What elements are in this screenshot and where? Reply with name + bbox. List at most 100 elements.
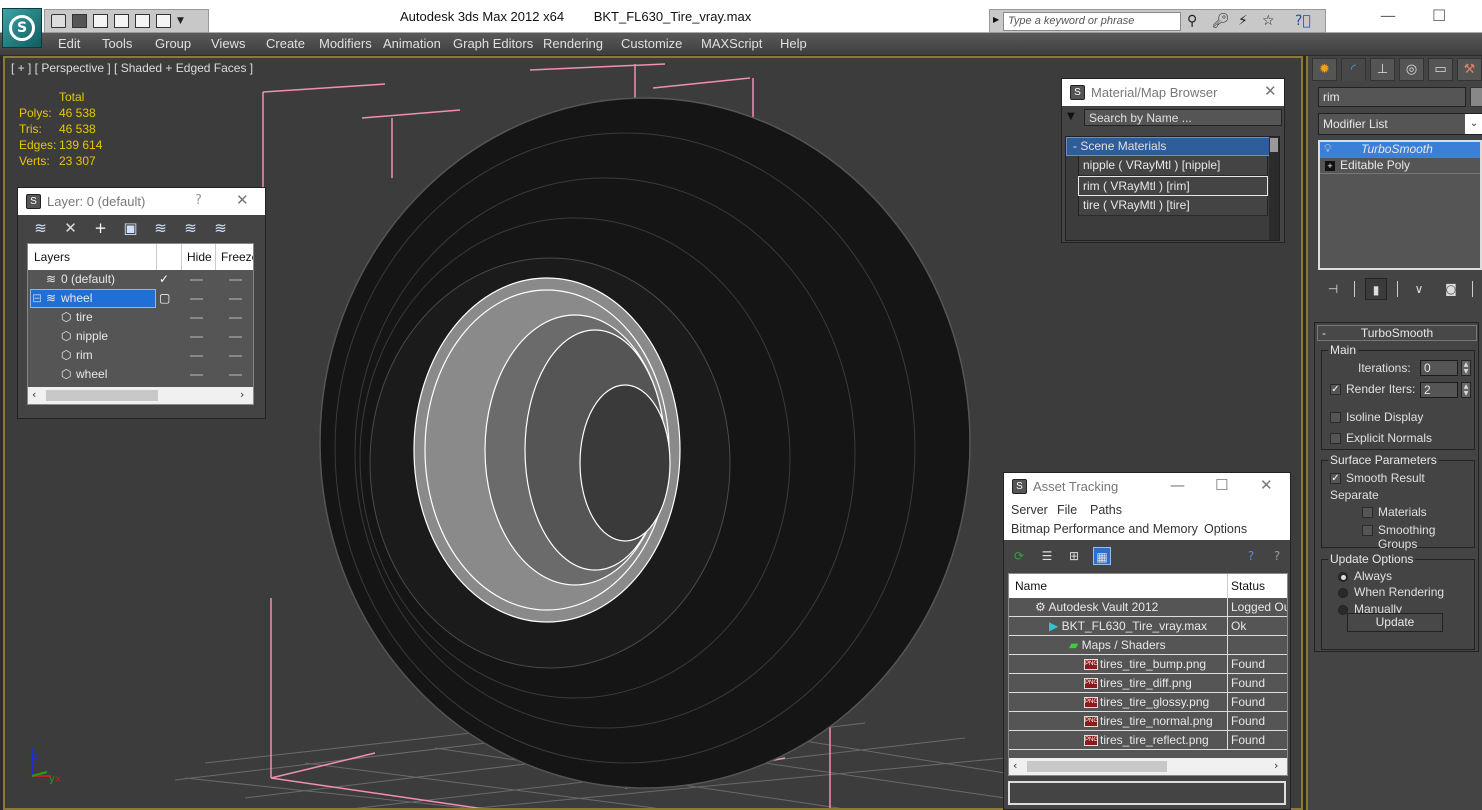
scene-materials-group[interactable]: - Scene Materials (1066, 137, 1279, 156)
dialog-titlebar[interactable]: S Layer: 0 (default) (18, 188, 265, 215)
scroll-left-icon[interactable]: ‹ (32, 388, 36, 401)
freeze-toggle[interactable] (229, 317, 242, 319)
freeze-all-icon[interactable]: ≋ (212, 220, 229, 237)
explicit-normals-checkbox[interactable] (1330, 433, 1341, 444)
freeze-toggle[interactable] (229, 298, 242, 300)
highlight-layers-icon[interactable]: ≋ (152, 220, 169, 237)
hide-all-icon[interactable]: ≋ (182, 220, 199, 237)
minimize-icon[interactable]: — (1380, 6, 1396, 25)
menu-animation[interactable]: Animation (383, 36, 441, 51)
save-icon[interactable] (72, 14, 87, 28)
object-name[interactable]: wheel (76, 367, 107, 381)
qat-dropdown-icon[interactable]: ▼ (177, 16, 184, 26)
make-current-checkbox[interactable]: ▢ (159, 291, 170, 305)
isoline-display-checkbox[interactable] (1330, 412, 1341, 423)
scroll-right-icon[interactable]: › (240, 388, 244, 401)
menu-tools[interactable]: Tools (102, 36, 132, 51)
menu-create[interactable]: Create (266, 36, 305, 51)
material-search-input[interactable]: Search by Name ... (1084, 109, 1282, 126)
scrollbar-thumb[interactable] (46, 390, 158, 401)
layer-row[interactable]: ⊟ ≋ wheel ▢ (28, 289, 253, 308)
material-item[interactable]: rim ( VRayMtl ) [rim] (1078, 176, 1268, 196)
hide-toggle[interactable] (190, 317, 203, 319)
maximize-icon[interactable]: ☐ (1215, 476, 1228, 494)
freeze-toggle[interactable] (229, 279, 242, 281)
object-name[interactable]: tire (76, 310, 93, 324)
viewport-label[interactable]: [ + ] [ Perspective ] [ Shaded + Edged F… (11, 61, 253, 75)
asset-row[interactable]: ▶ BKT_FL630_Tire_vray.max Ok (1009, 617, 1287, 636)
freeze-toggle[interactable] (229, 336, 242, 338)
column-layers[interactable]: Layers (34, 250, 70, 264)
menu-modifiers[interactable]: Modifiers (319, 36, 372, 51)
update-always-radio[interactable] (1338, 572, 1348, 582)
material-item[interactable]: nipple ( VRayMtl ) [nipple] (1078, 156, 1268, 176)
close-icon[interactable]: ✕ (1264, 82, 1277, 100)
iterations-spinner[interactable]: 0 (1420, 360, 1458, 376)
asset-row[interactable]: PNG tires_tire_bump.png Found (1009, 655, 1287, 674)
rollout-header[interactable]: - TurboSmooth (1317, 325, 1477, 341)
utilities-tab-icon[interactable]: ⚒ (1457, 58, 1482, 81)
layer-row[interactable]: ≋ 0 (default) ✓ (28, 270, 253, 289)
display-tab-icon[interactable]: ▭ (1428, 58, 1453, 81)
list-view-icon[interactable]: ☰ (1038, 547, 1056, 565)
help-icon[interactable]: ?⃝ (1295, 13, 1311, 29)
lightbulb-icon[interactable]: 💡︎ (1324, 143, 1332, 156)
freeze-toggle[interactable] (229, 374, 242, 376)
freeze-toggle[interactable] (229, 355, 242, 357)
menu-rendering[interactable]: Rendering (543, 36, 603, 51)
stack-item[interactable]: 💡︎ TurboSmooth (1320, 142, 1480, 158)
modifier-list-dropdown[interactable]: Modifier List ⌄ (1318, 113, 1482, 135)
menu-paths[interactable]: Paths (1090, 503, 1122, 517)
update-when-rendering-radio[interactable] (1338, 588, 1348, 598)
separate-smoothing-groups-checkbox[interactable] (1362, 525, 1373, 536)
keyword-search-input[interactable]: Type a keyword or phrase (1003, 12, 1181, 31)
make-unique-icon[interactable]: ∨ (1408, 278, 1430, 300)
binoculars-icon[interactable]: ⚲ (1187, 13, 1197, 29)
asset-row[interactable]: ⚙︎ Autodesk Vault 2012 Logged Ou (1009, 598, 1287, 617)
redo-icon[interactable] (156, 14, 171, 28)
menu-server[interactable]: Server (1011, 503, 1048, 517)
delete-layer-icon[interactable]: ✕ (62, 220, 79, 237)
object-row[interactable]: ⬡ nipple (28, 327, 253, 346)
create-tab-icon[interactable]: ✹ (1312, 58, 1337, 81)
dialog-titlebar[interactable]: S Material/Map Browser (1062, 79, 1284, 106)
smooth-result-checkbox[interactable]: ✓ (1330, 473, 1341, 484)
spinner-arrows-icon[interactable]: ▲ ▼ (1461, 360, 1471, 376)
asset-row[interactable]: PNG tires_tire_reflect.png Found (1009, 731, 1287, 750)
options-dropdown-icon[interactable]: ▼ (1067, 111, 1075, 122)
object-name-field[interactable]: rim (1318, 87, 1466, 107)
show-end-result-icon[interactable]: ▮ (1365, 278, 1387, 300)
object-row[interactable]: ⬡ rim (28, 346, 253, 365)
maximize-icon[interactable]: ☐ (1432, 6, 1446, 25)
object-row[interactable]: ⬡ tire (28, 308, 253, 327)
menu-help[interactable]: Help (780, 36, 807, 51)
stack-item[interactable]: + Editable Poly (1320, 158, 1480, 174)
menu-bitmap-performance[interactable]: Bitmap Performance and Memory (1011, 522, 1198, 536)
expand-icon[interactable]: ▶ (993, 15, 999, 24)
layer-name[interactable]: wheel (61, 291, 92, 305)
add-to-layer-icon[interactable]: + (92, 220, 109, 237)
reference-icon[interactable] (114, 14, 129, 28)
collapse-icon[interactable]: ⊟ (32, 291, 42, 305)
scrollbar-thumb[interactable] (1270, 138, 1278, 152)
asset-path-field[interactable] (1008, 781, 1286, 805)
asset-row[interactable]: ▰ Maps / Shaders (1009, 636, 1287, 655)
dialog-titlebar[interactable]: S Asset Tracking (1004, 473, 1290, 500)
column-name[interactable]: Name (1015, 579, 1047, 593)
new-scene-icon[interactable] (93, 14, 108, 28)
vertical-scrollbar[interactable] (1269, 137, 1279, 240)
remove-modifier-icon[interactable]: ◙ (1440, 278, 1462, 300)
menu-options[interactable]: Options (1204, 522, 1247, 536)
material-item[interactable]: tire ( VRayMtl ) [tire] (1078, 196, 1268, 216)
menu-edit[interactable]: Edit (58, 36, 80, 51)
motion-tab-icon[interactable]: ◎ (1399, 58, 1424, 81)
create-layer-icon[interactable]: ≋ (32, 220, 49, 237)
table-view-icon[interactable]: ▦ (1093, 547, 1111, 565)
scroll-right-icon[interactable]: › (1274, 759, 1278, 772)
object-color-swatch[interactable] (1470, 87, 1482, 107)
asset-row[interactable]: PNG tires_tire_normal.png Found (1009, 712, 1287, 731)
subscription-icon[interactable]: ⚡︎ (1238, 13, 1248, 29)
hide-toggle[interactable] (190, 298, 203, 300)
column-freeze[interactable]: Freeze (221, 250, 253, 264)
menu-file[interactable]: File (1057, 503, 1077, 517)
